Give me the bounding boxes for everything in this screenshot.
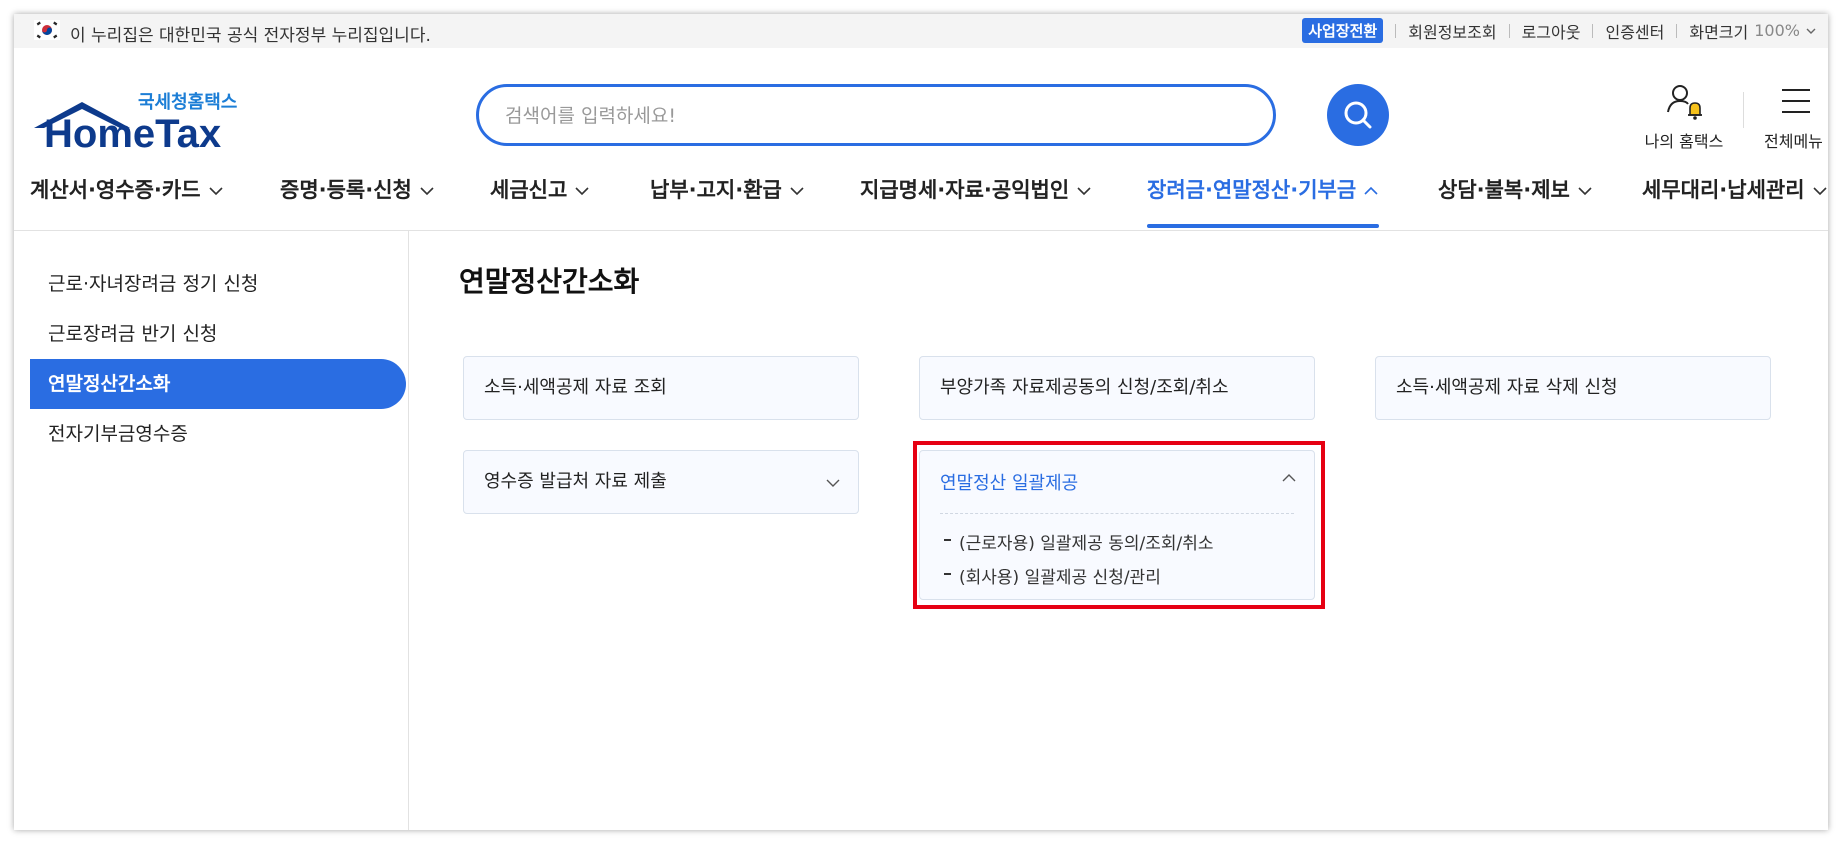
search-input[interactable] [503,99,1207,133]
divider [1508,23,1510,38]
zoom-select[interactable]: 100% [1754,21,1800,40]
page-title: 연말정산간소화 [459,265,640,298]
active-tab-indicator [1147,224,1379,228]
logout-link[interactable]: 로그아웃 [1522,19,1581,43]
hamburger-menu-icon [1782,89,1810,113]
card-deduction-delete[interactable]: 소득·세액공제 자료 삭제 신청 [1375,356,1771,420]
divider [1743,92,1744,128]
chevron-up-icon [1364,186,1378,195]
page: 이 누리집은 대한민국 공식 전자정부 누리집입니다. 사업장전환 회원정보조회… [14,14,1828,830]
user-bell-icon [1667,85,1702,120]
my-hometax-button[interactable]: 나의 홈택스 [1634,82,1734,152]
utility-menu: 사업장전환 회원정보조회 로그아웃 인증센터 화면크기 100% [1302,18,1816,43]
gnb-item-label: 지급명세·자료·공익법인 [860,178,1070,202]
gnb-item-tax-agent[interactable]: 세무대리·납세관리 [1642,174,1827,230]
all-menu-button[interactable]: 전체메뉴 [1764,82,1828,152]
chevron-down-icon [790,187,804,196]
card-receipt-issuer-submit[interactable]: 영수증 발급처 자료 제출 [463,450,859,514]
gnb-item-label: 세무대리·납세관리 [1642,178,1805,202]
chevron-down-icon [1578,187,1592,196]
gnb-item-label: 세금신고 [490,178,568,202]
logo-korean-text: 국세청홈택스 [138,92,238,113]
divider [1592,23,1594,38]
sidebar-item-half-year-application[interactable]: 근로장려금 반기 신청 [30,309,406,359]
my-hometax-label: 나의 홈택스 [1644,132,1724,151]
chevron-down-icon[interactable] [1806,27,1816,35]
gnb-item-label: 상담·불복·제보 [1438,178,1570,202]
card-label: 부양가족 자료제공동의 신청/조회/취소 [940,377,1229,398]
gnb-item-label: 납부·고지·환급 [650,178,782,202]
zoom-label: 화면크기 [1689,22,1749,42]
divider [1676,23,1678,38]
gnb-item-incentive[interactable]: 장려금·연말정산·기부금 [1147,174,1378,230]
logo-english-text: HomeTax [44,112,222,156]
gnb-item-label: 증명·등록·신청 [280,178,412,202]
gnb-item-invoice[interactable]: 계산서·영수증·카드 [30,174,223,230]
member-info-link[interactable]: 회원정보조회 [1408,19,1496,43]
global-navigation: 계산서·영수증·카드 증명·등록·신청 세금신고 납부·고지·환급 지급명세·자… [14,174,1828,230]
gov-banner-text: 이 누리집은 대한민국 공식 전자정부 누리집입니다. [70,26,431,46]
sidebar-item-year-end-simplified[interactable]: 연말정산간소화 [30,359,406,409]
card-label: 소득·세액공제 자료 삭제 신청 [1396,377,1618,398]
search-box [476,84,1276,146]
side-navigation: 근로·자녀장려금 정기 신청 근로장려금 반기 신청 연말정산간소화 전자기부금… [14,231,409,830]
gnb-item-consult[interactable]: 상담·불복·제보 [1438,174,1592,230]
search-icon [1344,101,1372,129]
card-label: 영수증 발급처 자료 제출 [484,471,667,492]
gov-banner: 이 누리집은 대한민국 공식 전자정부 누리집입니다. 사업장전환 회원정보조회… [14,14,1828,48]
highlight-box [913,441,1325,609]
gnb-item-statement[interactable]: 지급명세·자료·공익법인 [860,174,1091,230]
gnb-item-label: 계산서·영수증·카드 [30,178,201,202]
divider [1395,23,1397,38]
chevron-down-icon [420,187,434,196]
chevron-down-icon [1077,187,1091,196]
cert-center-link[interactable]: 인증센터 [1605,19,1664,43]
card-deduction-inquiry[interactable]: 소득·세액공제 자료 조회 [463,356,859,420]
gnb-item-payment[interactable]: 납부·고지·환급 [650,174,804,230]
sidebar-item-regular-application[interactable]: 근로·자녀장려금 정기 신청 [30,259,406,309]
hometax-logo[interactable]: 국세청홈택스 HomeTax [30,88,237,158]
chevron-down-icon [208,187,223,196]
gnb-item-label: 장려금·연말정산·기부금 [1147,178,1357,202]
chevron-down-icon [826,479,840,487]
sidebar-item-donation-receipt[interactable]: 전자기부금영수증 [30,409,406,459]
chevron-down-icon [575,187,589,196]
chevron-down-icon [1812,187,1827,196]
card-dependent-consent[interactable]: 부양가족 자료제공동의 신청/조회/취소 [919,356,1315,420]
business-switch-button[interactable]: 사업장전환 [1302,18,1384,43]
card-label: 소득·세액공제 자료 조회 [484,377,667,398]
all-menu-label: 전체메뉴 [1764,132,1823,151]
gnb-item-certificate[interactable]: 증명·등록·신청 [280,174,434,230]
gnb-item-tax-report[interactable]: 세금신고 [490,174,589,230]
korea-flag-icon [34,20,60,40]
search-button[interactable] [1327,84,1389,146]
